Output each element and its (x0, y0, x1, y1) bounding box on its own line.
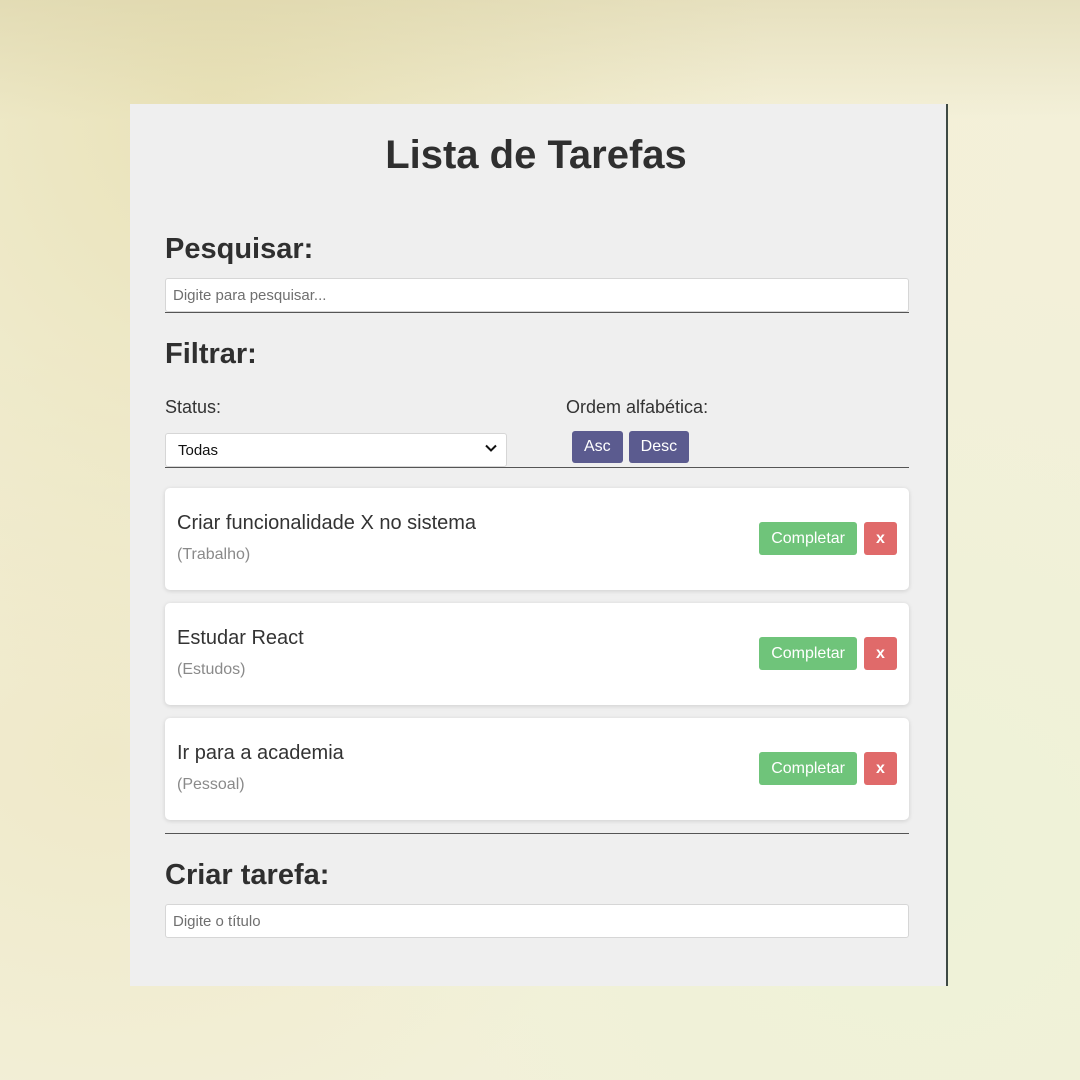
complete-button[interactable]: Completar (759, 637, 857, 670)
chevron-down-icon (484, 441, 498, 459)
task-actions: Completar x (759, 752, 897, 785)
task-actions: Completar x (759, 637, 897, 670)
task-category: (Trabalho) (177, 546, 251, 563)
search-input[interactable] (165, 278, 909, 312)
status-select-value: Todas (178, 441, 219, 459)
sort-desc-button[interactable]: Desc (628, 431, 690, 463)
order-label: Ordem alfabética: (566, 397, 709, 417)
remove-button[interactable]: x (864, 637, 897, 670)
todo-app-panel: Lista de Tarefas Pesquisar: Filtrar: Sta… (130, 104, 948, 986)
create-heading: Criar tarefa: (165, 859, 330, 891)
task-actions: Completar x (759, 522, 897, 555)
search-heading: Pesquisar: (165, 233, 314, 265)
task-title: Criar funcionalidade X no sistema (177, 512, 477, 534)
remove-button[interactable]: x (864, 752, 897, 785)
divider (165, 833, 909, 834)
status-select[interactable]: Todas (165, 433, 507, 467)
page-title: Lista de Tarefas (385, 133, 687, 177)
task-list: Criar funcionalidade X no sistema (Traba… (165, 488, 909, 820)
task-item: Ir para a academia (Pessoal) Completar x (165, 718, 909, 820)
task-category: (Estudos) (177, 661, 246, 678)
task-title-input[interactable] (165, 904, 909, 938)
task-category: (Pessoal) (177, 776, 245, 793)
divider (165, 312, 909, 313)
filter-heading: Filtrar: (165, 338, 257, 370)
divider (165, 467, 909, 468)
task-title: Ir para a academia (177, 742, 344, 764)
order-filter: Ordem alfabética: Asc Desc (566, 397, 708, 467)
remove-button[interactable]: x (864, 522, 897, 555)
status-filter: Status: Todas (165, 397, 566, 467)
filter-row: Status: Todas Ordem alfabética: Asc Desc (165, 397, 907, 467)
complete-button[interactable]: Completar (759, 752, 857, 785)
status-label: Status: (165, 397, 222, 417)
task-item: Estudar React (Estudos) Completar x (165, 603, 909, 705)
complete-button[interactable]: Completar (759, 522, 857, 555)
background-stain (0, 0, 1080, 120)
task-title: Estudar React (177, 627, 304, 649)
order-buttons: Asc Desc (572, 431, 708, 463)
sort-asc-button[interactable]: Asc (572, 431, 623, 463)
task-item: Criar funcionalidade X no sistema (Traba… (165, 488, 909, 590)
